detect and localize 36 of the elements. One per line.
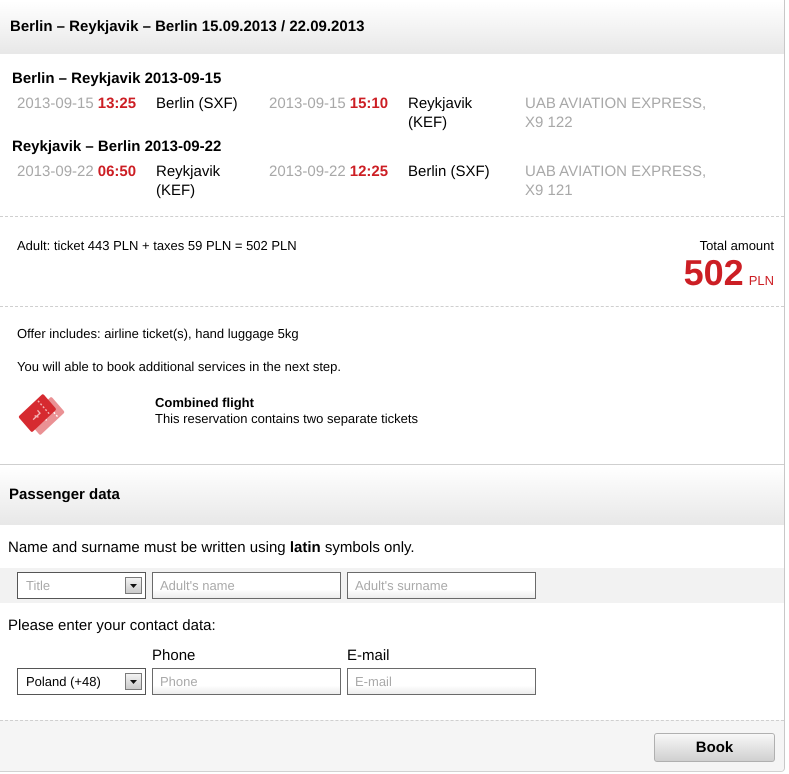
currency: PLN	[748, 273, 774, 288]
departure-airport: Reykjavik (KEF)	[156, 162, 222, 200]
surname-input[interactable]: Adult's surname	[347, 572, 536, 599]
arrival-airport: Berlin (SXF)	[408, 162, 490, 181]
total-amount: 502	[684, 255, 744, 291]
section-title: Passenger data	[9, 485, 120, 505]
departure-date: 2013-09-22	[17, 162, 94, 181]
arrival-date: 2013-09-22	[269, 162, 346, 181]
carrier-name: UAB AVIATION EXPRESS, X9 122	[525, 94, 708, 132]
name-note: Name and surname must be written using latin symbols only.	[8, 539, 415, 556]
arrival-airport: Reykjavik (KEF)	[408, 94, 474, 132]
name-input[interactable]: Adult's name	[152, 572, 341, 599]
price-breakdown: Adult: ticket 443 PLN + taxes 59 PLN = 502 PLN	[17, 237, 297, 255]
arrival-date: 2013-09-15	[269, 94, 346, 113]
phone-input[interactable]: Phone	[152, 668, 341, 695]
field-label: E-mail	[347, 646, 390, 666]
contact-note: Please enter your contact data:	[8, 617, 216, 634]
total-label: Total amount	[700, 237, 774, 255]
arrival-time: 12:25	[350, 162, 388, 181]
combined-flight-text: This reservation contains two separate tickets	[155, 411, 418, 427]
flight-title: Reykjavik – Berlin 2013-09-22	[12, 137, 222, 157]
departure-time: 06:50	[98, 162, 136, 181]
field-label: Phone	[152, 646, 196, 666]
departure-airport: Berlin (SXF)	[156, 94, 238, 113]
country-code-select[interactable]: Poland (+48)	[17, 668, 146, 695]
combined-flight-title: Combined flight	[155, 395, 254, 411]
email-input[interactable]: E-mail	[347, 668, 536, 695]
departure-date: 2013-09-15	[17, 94, 94, 113]
departure-time: 13:25	[98, 94, 136, 113]
offer-note: You will able to book additional services in the next step.	[17, 358, 341, 376]
trip-title: Berlin – Reykjavik – Berlin 15.09.2013 / 22.09.2013	[10, 17, 364, 37]
flight-title: Berlin – Reykjavik 2013-09-15	[12, 69, 222, 89]
offer-note: Offer includes: airline ticket(s), hand luggage 5kg	[17, 325, 299, 343]
carrier-name: UAB AVIATION EXPRESS, X9 121	[525, 162, 708, 200]
book-button[interactable]: Book	[654, 733, 775, 762]
arrival-time: 15:10	[350, 94, 388, 113]
